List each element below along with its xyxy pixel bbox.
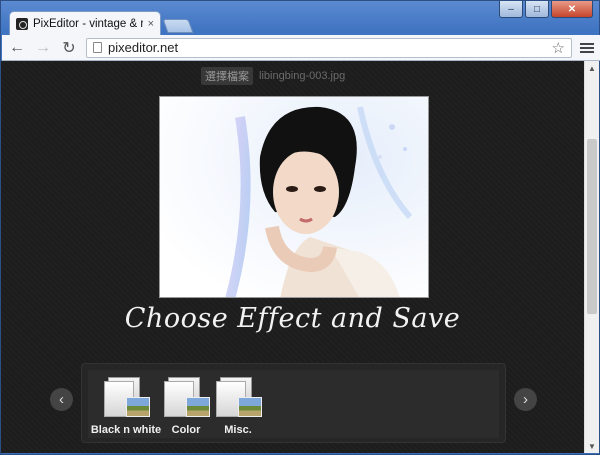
file-picker: 選擇檔案 libingbing-003.jpg — [201, 67, 345, 85]
forward-arrow-icon[interactable]: → — [34, 39, 52, 57]
window-controls: – □ ✕ — [499, 1, 593, 18]
folder-icon — [162, 373, 210, 421]
preview-photo — [159, 96, 429, 298]
vertical-scrollbar[interactable]: ▲ ▼ — [584, 61, 599, 453]
effect-misc[interactable]: Misc. — [211, 373, 265, 436]
menu-icon[interactable] — [580, 42, 594, 53]
scroll-thumb[interactable] — [587, 139, 597, 314]
effect-label: Color — [171, 424, 201, 436]
pixeditor-favicon-icon — [16, 17, 28, 30]
file-name: libingbing-003.jpg — [259, 70, 346, 82]
folder-icon — [214, 373, 262, 421]
effect-label: Black n white — [90, 424, 162, 436]
maximize-button[interactable]: □ — [525, 1, 549, 18]
reload-icon[interactable]: ↻ — [60, 39, 78, 57]
tab-pixeditor[interactable]: PixEditor - vintage & retro × — [9, 11, 161, 35]
page-icon — [93, 42, 102, 53]
bookmark-star-icon[interactable]: ☆ — [552, 39, 565, 57]
scroll-down-icon[interactable]: ▼ — [585, 439, 599, 453]
browser-toolbar: ← → ↻ pixeditor.net ☆ — [2, 35, 600, 61]
previous-arrow-button[interactable]: ‹ — [50, 388, 73, 411]
url-text[interactable]: pixeditor.net — [108, 40, 546, 55]
folder-icon — [102, 373, 150, 421]
next-arrow-button[interactable]: › — [514, 388, 537, 411]
tab-title: PixEditor - vintage & retro — [33, 17, 143, 30]
effect-label: Misc. — [224, 424, 252, 436]
close-window-button[interactable]: ✕ — [551, 1, 593, 18]
choose-file-button[interactable]: 選擇檔案 — [201, 67, 253, 85]
portrait-image — [160, 97, 428, 297]
new-tab-button[interactable] — [162, 19, 194, 33]
page-viewport: 選擇檔案 libingbing-003.jpg Choose Effect an… — [1, 61, 584, 453]
address-bar[interactable]: pixeditor.net ☆ — [86, 37, 572, 58]
minimize-button[interactable]: – — [499, 1, 523, 18]
effect-color[interactable]: Color — [159, 373, 213, 436]
tab-strip: PixEditor - vintage & retro × — [9, 11, 194, 35]
tab-close-icon[interactable]: × — [148, 18, 154, 30]
choose-effect-headline: Choose Effect and Save — [124, 303, 461, 334]
effect-black-n-white[interactable]: Black n white — [91, 373, 161, 436]
back-arrow-icon[interactable]: ← — [8, 39, 26, 57]
scroll-up-icon[interactable]: ▲ — [585, 61, 599, 75]
